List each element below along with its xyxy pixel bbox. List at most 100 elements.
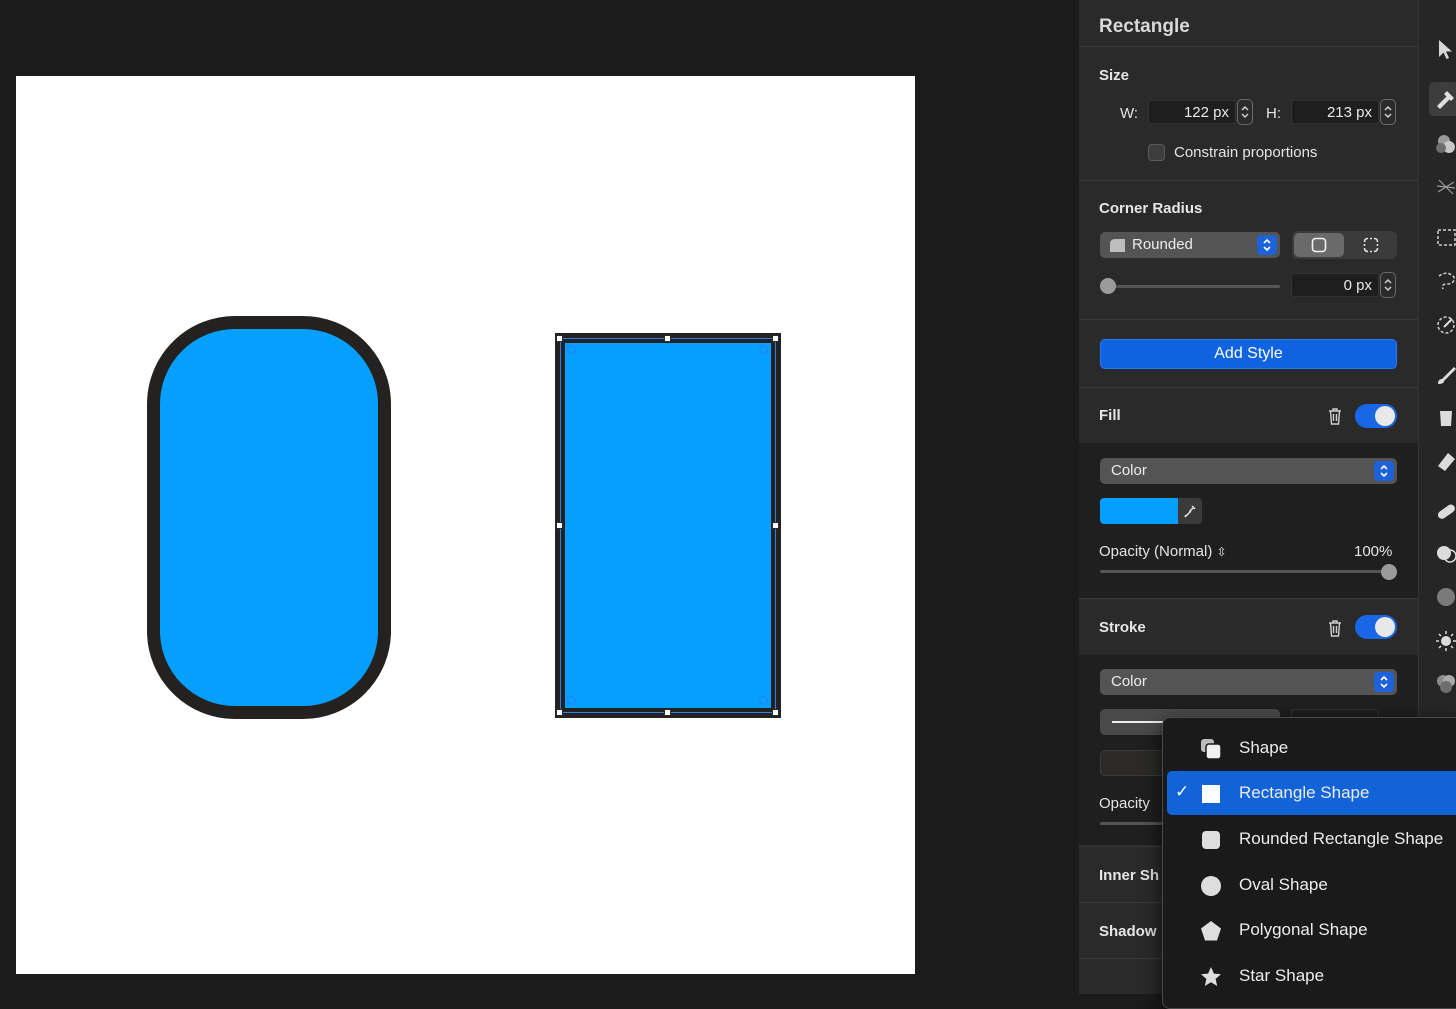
divider — [1079, 319, 1418, 320]
add-style-button[interactable]: Add Style — [1100, 339, 1397, 369]
menu-item-label: Rounded Rectangle Shape — [1239, 829, 1444, 848]
size-heading: Size — [1099, 67, 1130, 84]
chevron-updown-icon — [1257, 235, 1277, 255]
stroke-opacity-label: Opacity — [1099, 795, 1150, 812]
paint-bucket-icon[interactable] — [1435, 406, 1456, 428]
resize-handle-top-left[interactable] — [556, 335, 563, 342]
rectangle-icon — [1202, 785, 1220, 803]
clone-icon[interactable] — [1435, 542, 1456, 564]
fill-type-popup[interactable]: Color — [1100, 458, 1397, 484]
rounded-rectangle-shape[interactable] — [147, 316, 391, 719]
toggle-knob — [1375, 617, 1395, 637]
menu-item-oval-shape[interactable]: Oval Shape — [1167, 863, 1456, 907]
corner-radius-handle[interactable] — [759, 696, 768, 705]
divider — [1079, 387, 1418, 388]
resize-handle-bottom-right[interactable] — [772, 709, 779, 716]
uniform-corners-icon — [1311, 237, 1327, 253]
lasso-select-icon[interactable] — [1435, 270, 1456, 292]
blend-icon[interactable] — [1435, 672, 1456, 694]
stroke-heading: Stroke — [1099, 619, 1146, 636]
corner-radius-stepper[interactable] — [1380, 272, 1396, 298]
stroke-type-popup[interactable]: Color — [1100, 669, 1397, 695]
menu-item-star-shape[interactable]: Star Shape — [1167, 954, 1456, 998]
corner-radius-handle[interactable] — [759, 345, 768, 354]
resize-handle-bottom[interactable] — [664, 709, 671, 716]
brush-icon[interactable] — [1435, 364, 1456, 386]
shape-stack-icon — [1201, 739, 1222, 760]
pointer-tool-icon[interactable] — [1435, 38, 1456, 60]
width-field[interactable]: 122 px — [1148, 100, 1236, 124]
menu-item-rounded-rectangle-shape[interactable]: Rounded Rectangle Shape — [1167, 817, 1456, 861]
height-stepper[interactable] — [1380, 99, 1396, 125]
fill-opacity-label-text: Opacity (Normal) — [1099, 543, 1213, 560]
chevron-updown-icon: ⇳ — [1216, 545, 1227, 559]
menu-item-label: Star Shape — [1239, 966, 1325, 985]
style-tool-icon[interactable] — [1435, 88, 1456, 110]
eyedropper-button[interactable] — [1178, 498, 1202, 524]
independent-corners-icon[interactable] — [1363, 237, 1379, 253]
corner-mode-segmented-control[interactable] — [1292, 231, 1397, 259]
rectangle-shape-selected[interactable] — [555, 333, 781, 718]
resize-handle-left[interactable] — [556, 522, 563, 529]
fill-type-value: Color — [1111, 462, 1147, 479]
constrain-proportions-label: Constrain proportions — [1174, 144, 1318, 161]
resize-handle-top[interactable] — [664, 335, 671, 342]
toggle-knob — [1375, 406, 1395, 426]
color-adjust-icon[interactable] — [1435, 133, 1456, 155]
fill-delete-trash-icon[interactable] — [1327, 407, 1343, 425]
fill-opacity-label[interactable]: Opacity (Normal) ⇳ — [1099, 543, 1227, 560]
menu-item-shape[interactable]: Shape — [1167, 726, 1456, 770]
stroke-toggle[interactable] — [1355, 615, 1397, 639]
fill-opacity-slider-knob[interactable] — [1381, 564, 1397, 580]
resize-handle-right[interactable] — [772, 522, 779, 529]
constrain-proportions-checkbox[interactable] — [1148, 144, 1165, 161]
corner-radius-handle[interactable] — [567, 696, 576, 705]
width-label: W: — [1120, 105, 1139, 122]
bandage-icon[interactable] — [1435, 500, 1456, 522]
fill-opacity-value: 100% — [1354, 543, 1393, 560]
fill-toggle[interactable] — [1355, 404, 1397, 428]
menu-item-polygonal-shape[interactable]: Polygonal Shape — [1167, 908, 1456, 952]
height-label: H: — [1266, 105, 1281, 122]
stroke-delete-trash-icon[interactable] — [1327, 619, 1343, 637]
resize-handle-bottom-left[interactable] — [556, 709, 563, 716]
fill-color-swatch[interactable] — [1100, 498, 1178, 524]
corner-style-popup[interactable]: Rounded — [1100, 232, 1280, 258]
resize-handle-top-right[interactable] — [772, 335, 779, 342]
corner-radius-heading: Corner Radius — [1099, 200, 1203, 217]
fill-opacity-slider[interactable] — [1100, 570, 1397, 573]
width-stepper[interactable] — [1237, 99, 1253, 125]
inner-shadow-heading[interactable]: Inner Sh — [1099, 867, 1159, 884]
height-field[interactable]: 213 px — [1291, 100, 1379, 124]
menu-item-label: Oval Shape — [1239, 875, 1328, 894]
checkmark-icon: ✓ — [1175, 782, 1190, 801]
noise-icon[interactable] — [1435, 586, 1456, 608]
fill-heading: Fill — [1099, 407, 1121, 424]
menu-item-label: Polygonal Shape — [1239, 920, 1368, 939]
corner-radius-field[interactable]: 0 px — [1291, 273, 1379, 297]
stroke-type-value: Color — [1111, 673, 1147, 690]
light-icon[interactable] — [1435, 630, 1456, 652]
rounded-rectangle-icon — [1202, 831, 1220, 849]
shape-type-menu: Shape ✓ Rectangle Shape Rounded Rectangl… — [1162, 717, 1456, 1009]
corner-style-icon — [1110, 239, 1125, 252]
menu-item-label: Rectangle Shape — [1239, 783, 1370, 802]
inspector-title: Rectangle — [1099, 16, 1190, 37]
oval-icon — [1201, 876, 1221, 896]
shadow-heading[interactable]: Shadow — [1099, 923, 1157, 940]
corner-radius-slider[interactable] — [1100, 285, 1280, 288]
marquee-select-icon[interactable] — [1435, 226, 1456, 248]
corner-radius-handle[interactable] — [567, 345, 576, 354]
divider — [1079, 598, 1418, 599]
eyedropper-icon — [1184, 505, 1196, 518]
star-icon — [1201, 967, 1221, 986]
magic-select-icon[interactable] — [1435, 313, 1456, 335]
chevron-updown-icon — [1374, 672, 1394, 692]
effects-icon[interactable] — [1435, 176, 1456, 198]
divider — [1079, 46, 1418, 47]
corner-radius-slider-knob[interactable] — [1100, 278, 1116, 294]
pentagon-icon — [1201, 921, 1221, 941]
menu-item-rectangle-shape[interactable]: ✓ Rectangle Shape — [1167, 771, 1456, 815]
eraser-icon[interactable] — [1435, 450, 1456, 472]
corner-mode-uniform-segment[interactable] — [1294, 233, 1344, 257]
